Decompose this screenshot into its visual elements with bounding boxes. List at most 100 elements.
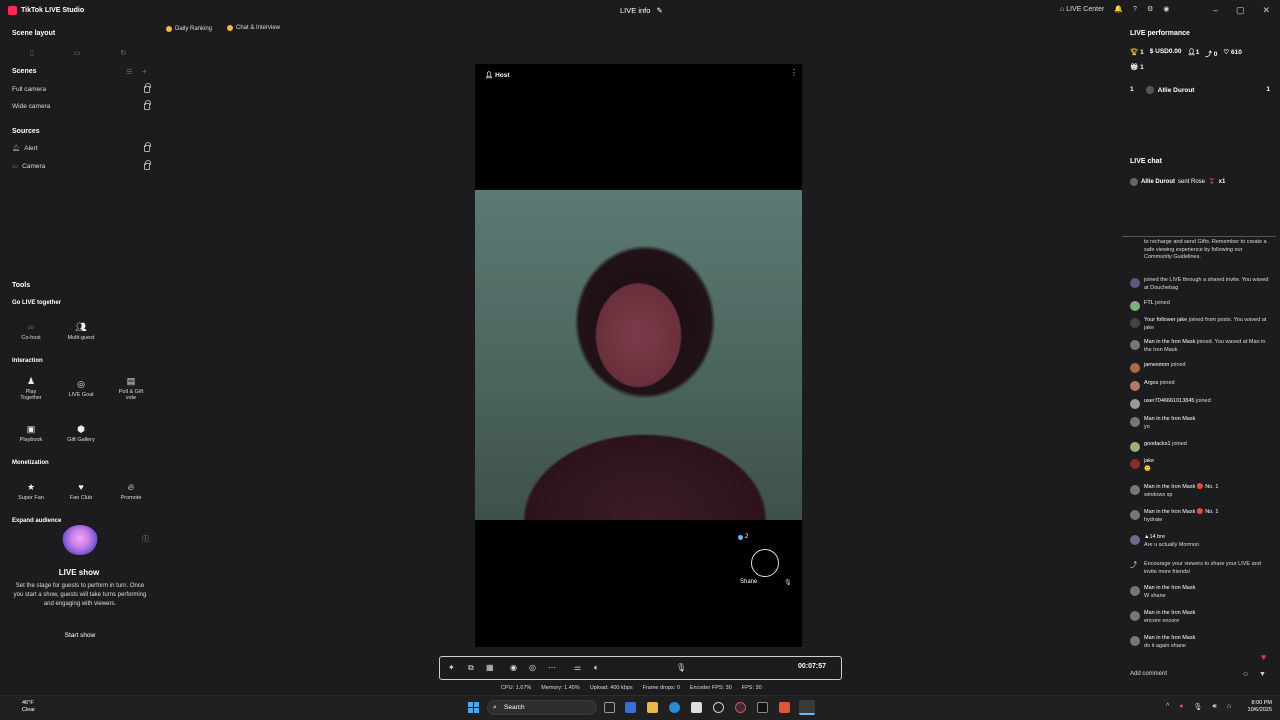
chat-message[interactable]: ▲14 bre Are u actually Mormon [1130,534,1270,549]
lock-icon[interactable] [144,141,151,152]
grid-icon[interactable]: ▦ [486,663,494,672]
co-host-tool[interactable]: ∞ Co-host [9,322,53,341]
guest-avatar[interactable] [751,549,779,577]
info-icon[interactable]: ⓘ [142,534,149,544]
chat-message[interactable]: user7046661013845 joined [1130,398,1270,409]
settings-icon[interactable]: ⚙ [1147,5,1153,13]
portrait-layout-icon[interactable]: ▯ [30,49,34,57]
avatar[interactable]: ◉ [1163,5,1169,13]
chat-username[interactable]: jamesmon [1144,362,1169,368]
microphone-icon[interactable]: 🎙︎ [676,663,686,672]
rotate-icon[interactable]: ↻ [120,49,126,57]
openai-icon[interactable] [713,702,724,713]
playbook-tool[interactable]: ▣ Playbook [9,424,53,443]
settings-sliders-icon[interactable]: ⚌ [574,663,581,672]
chat-username[interactable]: Your follower jake [1144,317,1187,323]
chat-message[interactable]: goodacks1 joined [1130,441,1270,452]
volume-tray-icon[interactable]: 🔊︎ [1212,703,1216,711]
source-camera[interactable]: ▭ Camera [12,159,151,172]
more-options-icon[interactable]: ⋮ [790,68,798,77]
tiktok-live-studio-taskbar-icon[interactable] [799,700,815,715]
chat-message[interactable]: Man in the Iron Mask joined. You waved a… [1130,339,1270,354]
maximize-icon[interactable]: ▢ [1236,5,1245,16]
chat-message[interactable]: Man in the Iron Mask W shane [1130,585,1270,600]
chat-username[interactable]: Man in the Iron Mask [1144,339,1195,345]
guest-mic-icon[interactable]: 🎙︎ [784,579,792,586]
copilot-icon[interactable] [625,702,636,713]
chat-username[interactable]: user7046661013845 [1144,398,1194,404]
close-icon[interactable]: ✕ [1262,5,1270,16]
chat-message[interactable]: FTL joined [1130,300,1270,311]
clock[interactable]: 8:00 PM 10/6/2025 [1244,700,1272,714]
live-center-button[interactable]: ⌂ LIVE Center [1060,6,1104,13]
fan-club-tool[interactable]: ♥ Fan Club [59,482,103,501]
promote-tool[interactable]: 🔥︎ Promote [109,482,153,501]
chat-username[interactable]: Man in the Iron Mask [1144,635,1195,641]
volume-icon[interactable]: 🔈︎ [594,663,599,673]
tray-app-icon[interactable]: ● [1179,703,1183,711]
filter-icon[interactable]: ▼ [1259,671,1266,678]
edge-icon[interactable] [669,702,680,713]
minimize-icon[interactable]: – [1213,5,1218,16]
file-explorer-icon[interactable] [647,702,658,713]
super-fan-tool[interactable]: ★ Super Fan [9,482,53,501]
chat-username[interactable]: jake [1144,458,1154,464]
scene-list-icon[interactable]: ☰ [126,68,132,76]
add-scene-icon[interactable]: + [142,67,147,76]
lock-icon[interactable] [144,82,151,93]
notification-icon[interactable]: 🔔 [1114,5,1123,13]
chat-message[interactable]: Man in the Iron Mask 🔴 No. 1 hydrate [1130,509,1270,524]
chat-username[interactable]: goodacks1 [1144,441,1171,447]
task-view-icon[interactable] [604,702,615,713]
live-info[interactable]: LIVE info ✎ [620,6,663,15]
lock-icon[interactable] [144,99,151,110]
chat-username[interactable]: FTL [1144,300,1154,306]
poll-gift-vote-tool[interactable]: ▤ Poll & Gift vote [109,376,153,401]
ranking-row[interactable]: 1 Allie Durout 1 [1130,86,1270,94]
chat-message[interactable]: joined the LIVE through a shared invite.… [1130,277,1270,292]
chat-username[interactable]: Man in the Iron Mask [1144,585,1195,591]
play-together-tool[interactable]: ♟ Play Together [9,376,53,401]
chat-message[interactable]: Man in the Iron Mask yo [1130,416,1270,431]
scene-full-camera[interactable]: Full camera [12,82,151,95]
start-icon[interactable] [468,702,479,713]
app-icon[interactable] [735,702,746,713]
edit-icon[interactable]: ✎ [656,6,662,15]
chat-message[interactable]: jake 🙂 [1130,458,1270,473]
layout-icon[interactable]: ⧉ [468,663,474,673]
chevron-up-icon[interactable]: ^ [1166,703,1169,711]
chat-message[interactable]: Argos joined [1130,380,1270,391]
brave-icon[interactable] [779,702,790,713]
terminal-icon[interactable] [757,702,768,713]
live-goal-tool[interactable]: ◎ LIVE Goal [59,379,103,398]
record-icon[interactable]: ◉ [510,663,517,672]
emoji-icon[interactable]: ☺ [1242,671,1249,678]
more-icon[interactable]: ⋯ [548,663,556,672]
magic-wand-icon[interactable]: ✦ [448,663,455,672]
chat-interview-tab[interactable]: Chat & Interview [227,25,280,31]
multi-guest-tool[interactable]: 👥︎ Multi-guest [59,322,103,341]
start-show-button[interactable]: Start show [12,632,148,639]
gift-gallery-tool[interactable]: ⬢ Gift Gallery [59,424,103,443]
chat-username[interactable]: ▲14 bre [1144,534,1165,540]
chat-username[interactable]: Man in the Iron Mask [1144,416,1195,422]
add-comment-input[interactable]: Add comment [1130,671,1167,677]
chat-username[interactable]: Man in the Iron Mask [1144,610,1195,616]
search-box[interactable]: ⌕ Search [487,700,597,715]
chat-username[interactable]: Argos [1144,380,1158,386]
scene-wide-camera[interactable]: Wide camera [12,99,151,112]
chat-message[interactable]: ⤴ Encourage your viewers to share your LI… [1130,561,1270,576]
weather-widget[interactable]: 46°F Clear [10,700,35,714]
chat-message[interactable]: Man in the Iron Mask do it again shane [1130,635,1270,650]
help-icon[interactable]: ? [1133,6,1137,13]
source-alert[interactable]: 🔔︎ Alert [12,141,151,154]
chat-message[interactable]: jamesmon joined [1130,362,1270,373]
chat-username[interactable]: Man in the Iron Mask 🔴 No. 1 [1144,484,1218,490]
mic-tray-icon[interactable]: 🎙︎ [1194,703,1203,711]
lock-icon[interactable] [144,159,151,170]
chat-message[interactable]: Man in the Iron Mask encore encore [1130,610,1270,625]
network-icon[interactable]: ⌂ [1227,703,1231,711]
daily-ranking-tab[interactable]: Daily Ranking [166,26,212,32]
screenshot-icon[interactable]: ◎ [529,663,536,672]
chat-username[interactable]: Man in the Iron Mask 🔴 No. 1 [1144,509,1218,515]
